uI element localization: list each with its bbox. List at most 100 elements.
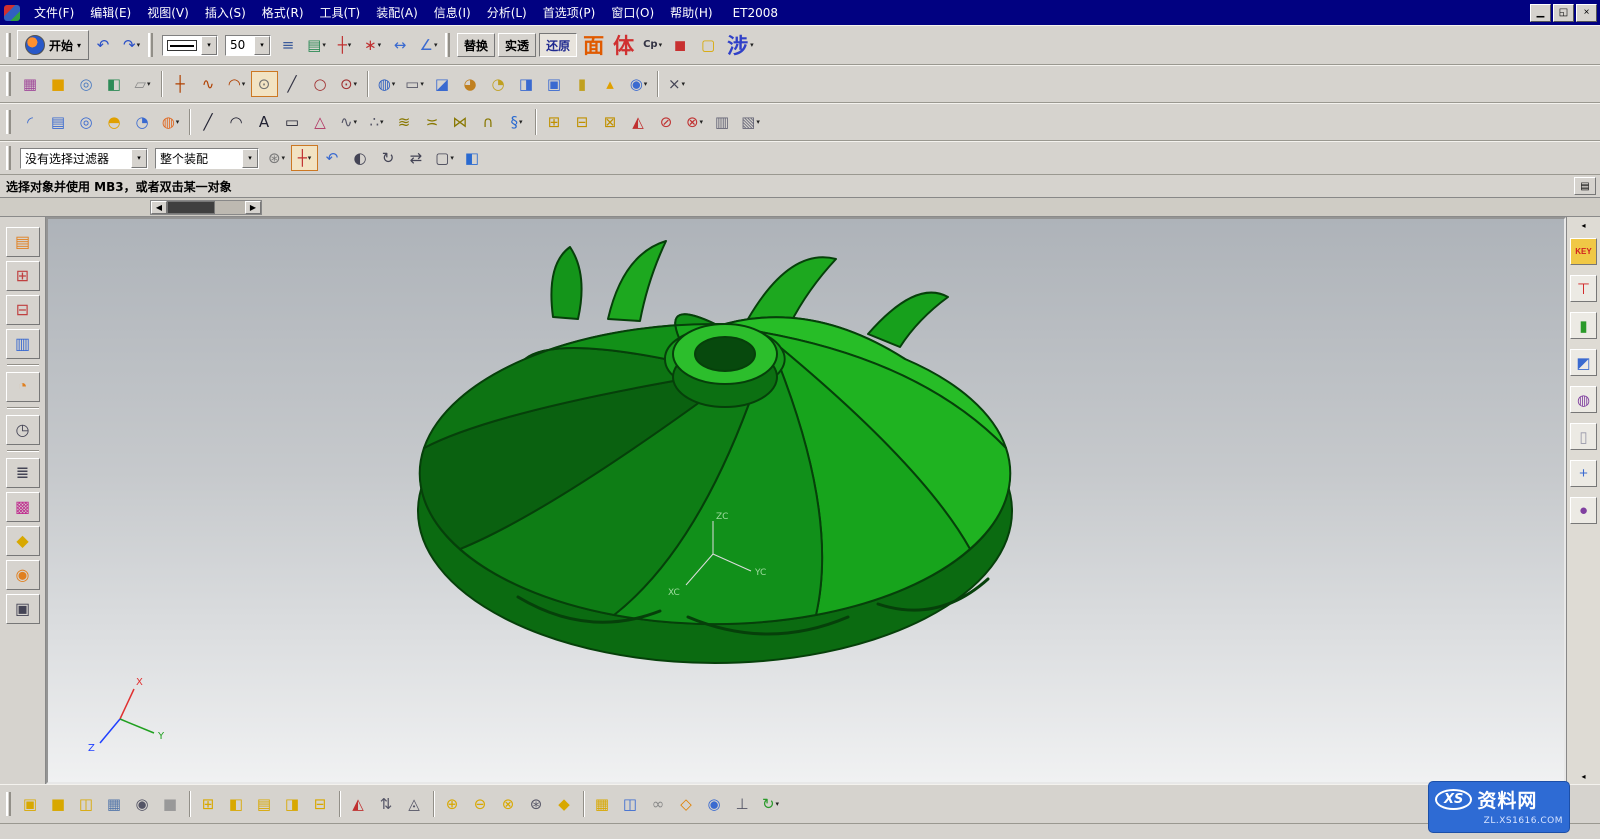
cylinder-icon[interactable]: ▮	[569, 71, 596, 97]
mirror-component-icon[interactable]: ◭	[625, 109, 652, 135]
rectangle-shape-icon[interactable]: ▭▾	[401, 71, 428, 97]
layer-settings-icon[interactable]: ≡	[275, 32, 302, 58]
clipboard-icon[interactable]: ▥	[709, 109, 736, 135]
project-curve-icon[interactable]: ≍	[419, 109, 446, 135]
rect-pick-icon[interactable]: ▢▾	[431, 145, 458, 171]
menu-tools[interactable]: 工具(T)	[312, 0, 369, 25]
sequence-icon[interactable]: ⇅	[373, 791, 400, 817]
history-button[interactable]: ◷	[6, 415, 40, 445]
display-part-icon[interactable]: ◫	[73, 791, 100, 817]
undo-icon[interactable]: ↶	[90, 32, 117, 58]
toolbar-grip[interactable]	[148, 33, 153, 57]
replace-component-icon[interactable]: ⊗▾	[681, 109, 708, 135]
unite-body-icon[interactable]: ◉▾	[625, 71, 652, 97]
visualization-button[interactable]: ▩	[6, 492, 40, 522]
move-component-icon[interactable]: ◨	[279, 791, 306, 817]
offset-curve-icon[interactable]: ≋	[391, 109, 418, 135]
circle-icon[interactable]: ○	[307, 71, 334, 97]
suppress-component-icon[interactable]: ⊘	[653, 109, 680, 135]
line-width-combo[interactable]: ▾	[162, 35, 218, 56]
restore-button[interactable]: ◱	[1553, 4, 1574, 22]
menu-analysis[interactable]: 分析(L)	[479, 0, 535, 25]
resource-bar-collapse-icon[interactable]: ◂	[1578, 219, 1590, 231]
trimetric-view-icon[interactable]: ◧	[459, 145, 486, 171]
add-component-icon[interactable]: ⊞	[195, 791, 222, 817]
menu-format[interactable]: 格式(R)	[254, 0, 312, 25]
sweep-icon[interactable]: ◔	[485, 71, 512, 97]
component-array-icon[interactable]: ⊠	[597, 109, 624, 135]
chevron-down-icon[interactable]: ▾	[131, 149, 147, 168]
layers-tab[interactable]: ◩	[1570, 349, 1597, 376]
yellow-face-icon[interactable]: ▢	[695, 32, 722, 58]
red-block-icon[interactable]: ◼	[667, 32, 694, 58]
layer-category-icon[interactable]: ▤▾	[303, 32, 330, 58]
screen-layout-icon[interactable]: ▦	[17, 71, 44, 97]
selection-filter-combo[interactable]: 没有选择过滤器 ▾	[20, 148, 148, 169]
chevron-down-icon[interactable]: ▾	[254, 36, 270, 55]
line-tool-icon[interactable]: ╱	[195, 109, 222, 135]
component-gray-icon[interactable]: ■	[157, 791, 184, 817]
trim-sheet-icon[interactable]: ◨	[513, 71, 540, 97]
section-curve-icon[interactable]: ∩	[475, 109, 502, 135]
toolbar-grip[interactable]	[445, 33, 450, 57]
replace-button[interactable]: 替换	[457, 33, 495, 57]
menu-edit[interactable]: 编辑(E)	[82, 0, 139, 25]
translucency-button[interactable]: 实透	[498, 33, 536, 57]
ruled-surface-icon[interactable]: ◜	[17, 109, 44, 135]
new-part-icon[interactable]: ▣	[17, 791, 44, 817]
minimize-button[interactable]: ▁	[1530, 4, 1551, 22]
sequence-navigator-button[interactable]: ⊟	[6, 295, 40, 325]
drum-tab[interactable]: ▮	[1570, 312, 1597, 339]
toolbar-grip[interactable]	[6, 110, 11, 134]
n-sided-surface-icon[interactable]: ◍▾	[157, 109, 184, 135]
system-scene-button[interactable]: ▣	[6, 594, 40, 624]
part-navigator-button[interactable]: ▥	[6, 329, 40, 359]
helix-icon[interactable]: §▾	[503, 109, 530, 135]
datum-plane-icon[interactable]: ▱▾	[129, 71, 156, 97]
constraint-navigator-button[interactable]: ⊞	[6, 261, 40, 291]
circle-point-icon[interactable]: ⊙▾	[335, 71, 362, 97]
create-new-component-icon[interactable]: ⊟	[569, 109, 596, 135]
roles-button[interactable]: ◉	[6, 560, 40, 590]
assembly-navigator-button[interactable]: ▤	[6, 227, 40, 257]
point-set-icon[interactable]: ∴▾	[363, 109, 390, 135]
mirror-assembly-icon[interactable]: ◭	[345, 791, 372, 817]
restore-display-button[interactable]: 还原	[539, 33, 577, 57]
arc-tool-icon[interactable]: ◠	[223, 109, 250, 135]
info-icon[interactable]: ◉	[701, 791, 728, 817]
revolved-body-icon[interactable]: ◎	[73, 71, 100, 97]
boolean-shapes-icon[interactable]: ◍▾	[373, 71, 400, 97]
menu-help[interactable]: 帮助(H)	[662, 0, 720, 25]
plus-tab[interactable]: +	[1570, 460, 1597, 487]
pan-tool-icon[interactable]: ⇄	[403, 145, 430, 171]
window-layout-icon[interactable]: ▦	[101, 791, 128, 817]
cone-icon[interactable]: ▴	[597, 71, 624, 97]
unite-icon[interactable]: ⊕	[439, 791, 466, 817]
curve-cross-icon[interactable]: ┼	[167, 71, 194, 97]
snap-toggle-icon[interactable]: ┼▾	[291, 145, 318, 171]
chevron-down-icon[interactable]: ▾	[201, 36, 217, 55]
prompt-bar-button[interactable]: ▤	[1574, 177, 1596, 195]
close-button[interactable]: ×	[1576, 4, 1597, 22]
intersect-icon[interactable]: ⊗	[495, 791, 522, 817]
reference-set-icon[interactable]: ◫	[617, 791, 644, 817]
revolve-icon[interactable]: ◕	[457, 71, 484, 97]
menu-insert[interactable]: 插入(S)	[197, 0, 254, 25]
emboss-body-icon[interactable]: ◓	[101, 109, 128, 135]
arrangements-icon[interactable]: ▦	[589, 791, 616, 817]
snapshot-icon[interactable]: ◉	[129, 791, 156, 817]
pin-tab[interactable]: ⊤	[1570, 275, 1597, 302]
toolbar-grip[interactable]	[6, 792, 11, 816]
start-button[interactable]: 开始 ▾	[17, 30, 89, 60]
line-icon[interactable]: ╱	[279, 71, 306, 97]
open-part-icon[interactable]: ■	[45, 791, 72, 817]
snap-point-icon[interactable]: ┼▾	[331, 32, 358, 58]
assembly-constraints-icon[interactable]: ⊟	[307, 791, 334, 817]
graphics-window[interactable]: ZC YC XC X Y Z	[46, 217, 1566, 784]
update-icon[interactable]: ↻▾	[757, 791, 784, 817]
delete-constraint-icon[interactable]: ×▾	[663, 71, 690, 97]
subtract-icon[interactable]: ⊖	[467, 791, 494, 817]
display-scale-combo[interactable]: 50 ▾	[225, 35, 271, 56]
menu-information[interactable]: 信息(I)	[426, 0, 479, 25]
horizontal-scrollbar[interactable]: ◀ ▶	[150, 200, 262, 215]
